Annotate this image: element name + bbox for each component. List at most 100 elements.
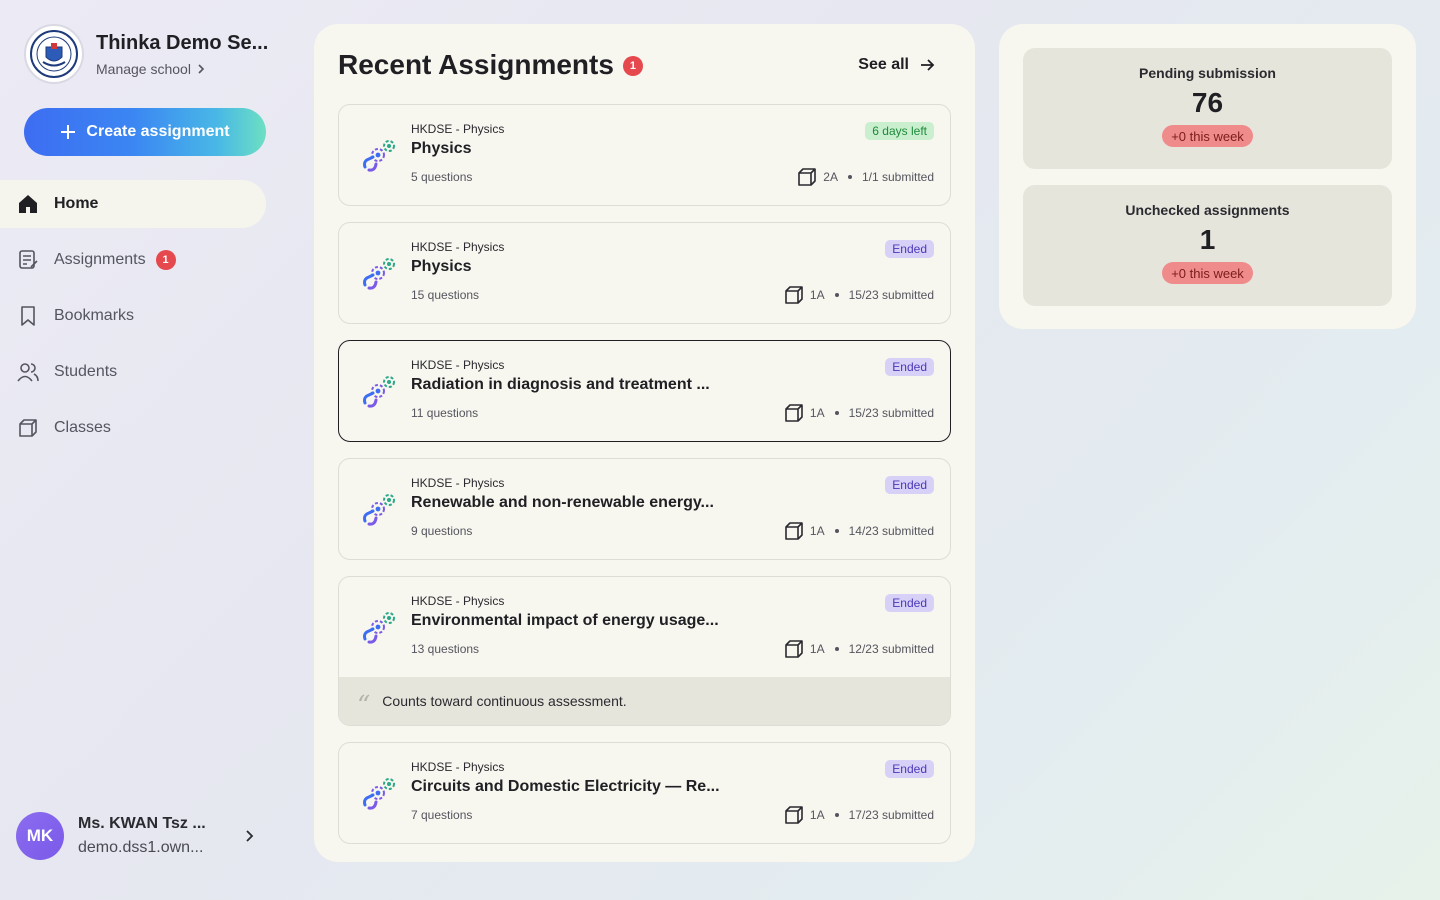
class-icon: [784, 805, 804, 825]
status-badge: Ended: [885, 476, 934, 494]
sidebar-item-assignments[interactable]: Assignments 1: [0, 236, 266, 284]
sidebar-item-label: Assignments: [54, 251, 146, 268]
assignment-meta: 1A 15/23 submitted: [784, 403, 934, 423]
question-count: 7 questions: [411, 808, 473, 822]
physics-atom-icon: [359, 491, 399, 527]
recent-assignments-panel: Recent Assignments 1 See all HKDSE - Phy…: [314, 24, 975, 862]
class-icon: [784, 521, 804, 541]
assignment-title: Renewable and non-renewable energy...: [411, 494, 714, 511]
class-name: 1A: [809, 524, 825, 538]
manage-school-link[interactable]: Manage school: [96, 61, 268, 77]
submitted-count: 14/23 submitted: [848, 524, 934, 538]
assignment-card[interactable]: HKDSE - Physics Radiation in diagnosis an…: [338, 340, 951, 442]
question-count: 11 questions: [411, 406, 479, 420]
sidebar: Thinka Demo Se... Manage school Create a…: [0, 0, 290, 900]
stat-delta-badge: +0 this week: [1162, 262, 1253, 284]
separator-dot: [834, 529, 839, 533]
stat-value: 1: [1199, 224, 1216, 255]
assignment-subject: HKDSE - Physics: [411, 594, 505, 608]
question-count: 9 questions: [411, 524, 473, 538]
status-badge: Ended: [885, 594, 934, 612]
physics-atom-icon: [359, 255, 399, 291]
stat-label: Pending submission: [1139, 65, 1276, 81]
see-all-label: See all: [858, 56, 909, 73]
user-email: demo.dss1.own...: [78, 839, 204, 856]
assignment-meta: 1A 15/23 submitted: [784, 285, 934, 305]
submitted-count: 15/23 submitted: [848, 406, 934, 420]
submitted-count: 12/23 submitted: [848, 642, 934, 656]
separator-dot: [847, 175, 852, 179]
create-assignment-button[interactable]: Create assignment: [24, 108, 266, 156]
assignment-note: “ Counts toward continuous assessment.: [339, 677, 950, 725]
stat-delta-badge: +0 this week: [1162, 125, 1253, 147]
assignment-subject: HKDSE - Physics: [411, 122, 505, 136]
physics-atom-icon: [359, 373, 399, 409]
assignment-subject: HKDSE - Physics: [411, 476, 505, 490]
note-text: Counts toward continuous assessment.: [382, 693, 627, 709]
bookmark-icon: [16, 304, 40, 328]
sidebar-item-bookmarks[interactable]: Bookmarks: [0, 292, 266, 340]
physics-atom-icon: [359, 775, 399, 811]
stats-panel: Pending submission 76 +0 this week Unche…: [999, 24, 1416, 329]
user-profile[interactable]: MK Ms. KWAN Tsz ... demo.dss1.own...: [16, 812, 256, 860]
assignment-list: HKDSE - Physics Physics 5 questions 6 days …: [338, 104, 951, 844]
user-name: Ms. KWAN Tsz ...: [78, 815, 206, 832]
create-assignment-label: Create assignment: [86, 123, 230, 140]
chevron-right-icon: [198, 63, 205, 74]
assignment-subject: HKDSE - Physics: [411, 760, 505, 774]
class-name: 1A: [809, 406, 825, 420]
assignment-title: Physics: [411, 140, 472, 157]
sidebar-item-home[interactable]: Home: [0, 180, 266, 228]
sidebar-item-label: Bookmarks: [54, 307, 135, 324]
assignments-count-badge: 1: [155, 250, 176, 270]
submitted-count: 1/1 submitted: [861, 170, 934, 184]
class-icon: [784, 285, 804, 305]
status-badge: Ended: [885, 358, 934, 376]
stat-card-unchecked[interactable]: Unchecked assignments 1 +0 this week: [1023, 185, 1392, 306]
class-icon: [784, 403, 804, 423]
assignment-title: Environmental impact of energy usage...: [411, 612, 719, 629]
assignment-title: Circuits and Domestic Electricity — Re..…: [411, 778, 720, 795]
sidebar-item-classes[interactable]: Classes: [0, 404, 266, 452]
sidebar-nav: Home Assignments 1 Bookmarks Students Cl…: [0, 180, 266, 460]
submitted-count: 17/23 submitted: [848, 808, 934, 822]
assignment-subject: HKDSE - Physics: [411, 240, 505, 254]
assignment-card[interactable]: HKDSE - Physics Physics 5 questions 6 days …: [338, 104, 951, 206]
assignment-card[interactable]: HKDSE - Physics Physics 15 questions Ended 1…: [338, 222, 951, 324]
separator-dot: [834, 647, 839, 651]
stat-label: Unchecked assignments: [1125, 202, 1290, 218]
class-name: 1A: [809, 288, 825, 302]
sidebar-item-students[interactable]: Students: [0, 348, 266, 396]
school-name: Thinka Demo Se...: [96, 31, 269, 54]
assignment-card[interactable]: HKDSE - Physics Circuits and Domestic Ele…: [338, 742, 951, 844]
recent-count-badge: 1: [622, 56, 643, 76]
students-icon: [16, 360, 40, 384]
class-name: 1A: [809, 642, 825, 656]
assignment-meta: 2A 1/1 submitted: [797, 167, 934, 187]
status-badge: 6 days left: [865, 122, 934, 140]
class-icon: [797, 167, 817, 187]
question-count: 5 questions: [411, 170, 473, 184]
assignments-icon: [16, 248, 40, 272]
separator-dot: [834, 813, 839, 817]
school-header[interactable]: Thinka Demo Se... Manage school: [24, 24, 268, 84]
separator-dot: [834, 411, 839, 415]
assignment-title: Radiation in diagnosis and treatment ...: [411, 376, 710, 393]
class-icon: [784, 639, 804, 659]
assignment-title: Physics: [411, 258, 472, 275]
class-name: 2A: [823, 170, 838, 184]
stat-card-pending[interactable]: Pending submission 76 +0 this week: [1023, 48, 1392, 169]
assignment-card[interactable]: HKDSE - Physics Renewable and non-renewab…: [338, 458, 951, 560]
submitted-count: 15/23 submitted: [848, 288, 934, 302]
see-all-link[interactable]: See all: [858, 56, 935, 74]
quote-icon: “: [357, 691, 371, 721]
assignment-subject: HKDSE - Physics: [411, 358, 505, 372]
status-badge: Ended: [885, 760, 934, 778]
question-count: 13 questions: [411, 642, 480, 656]
sidebar-item-label: Students: [54, 363, 118, 380]
manage-school-label: Manage school: [96, 60, 191, 77]
arrow-right-icon: [921, 59, 935, 71]
assignment-card[interactable]: HKDSE - Physics Environmental impact of e…: [338, 576, 951, 726]
plus-icon: [61, 125, 76, 139]
assignment-meta: 1A 12/23 submitted: [784, 639, 934, 659]
